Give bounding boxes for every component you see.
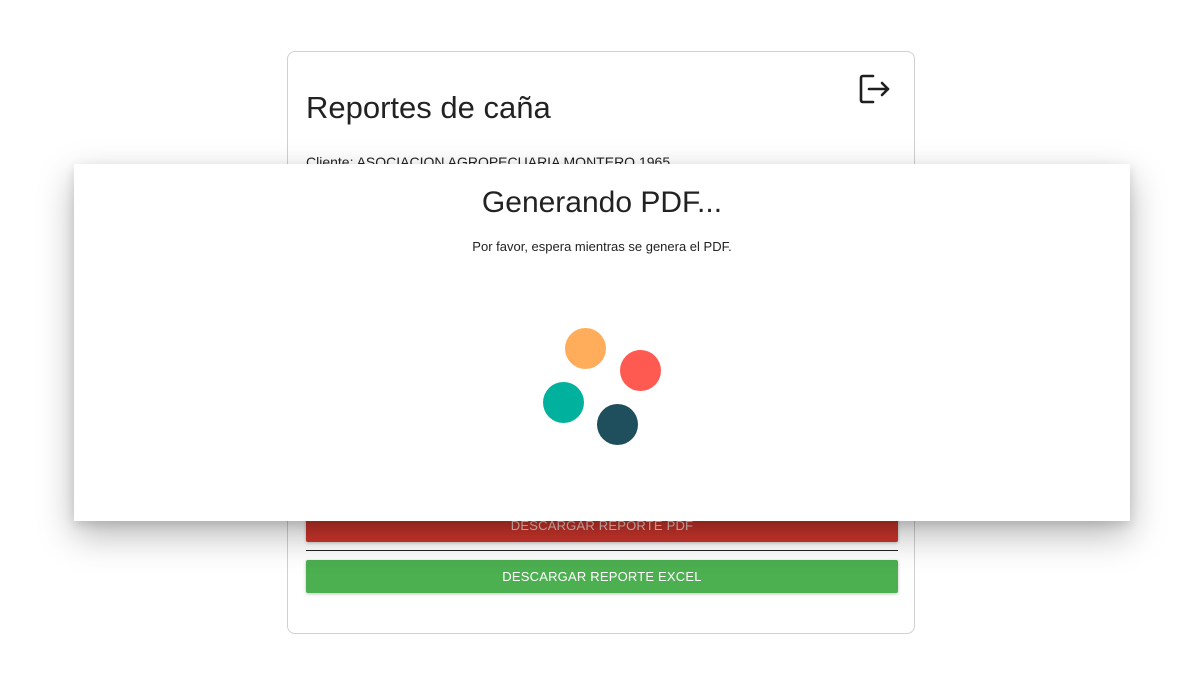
download-excel-button[interactable]: DESCARGAR REPORTE EXCEL <box>306 560 898 593</box>
loading-spinner <box>74 164 1130 521</box>
generating-pdf-modal: Generando PDF... Por favor, espera mient… <box>74 164 1130 521</box>
logout-icon[interactable] <box>858 72 892 106</box>
spinner-dot-orange <box>565 328 606 369</box>
spinner-dot-dark <box>597 404 638 445</box>
divider <box>306 550 898 551</box>
page-title: Reportes de caña <box>306 90 551 125</box>
spinner-dot-red <box>620 350 661 391</box>
spinner-dot-teal <box>543 382 584 423</box>
